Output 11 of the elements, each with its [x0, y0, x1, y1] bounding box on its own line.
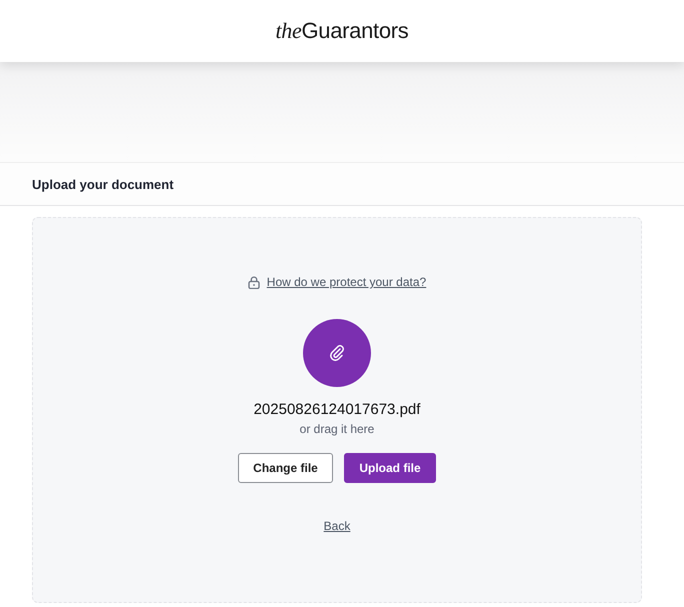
paperclip-icon — [327, 343, 347, 363]
upload-button[interactable]: Upload file — [344, 453, 436, 483]
back-link[interactable]: Back — [324, 519, 350, 533]
drag-hint: or drag it here — [300, 422, 374, 436]
section-title: Upload your document — [32, 176, 174, 192]
change-file-button[interactable]: Change file — [238, 453, 333, 483]
file-name: 20250826124017673.pdf — [254, 401, 420, 418]
drop-zone[interactable]: How do we protect your data? 20250826124017673.pdf or drag it here Change file Upload file Back — [32, 217, 642, 603]
lock-icon — [248, 276, 260, 288]
protect-data-link[interactable]: How do we protect your data? — [266, 275, 426, 289]
logo[interactable]: theGuarantors — [275, 18, 409, 44]
